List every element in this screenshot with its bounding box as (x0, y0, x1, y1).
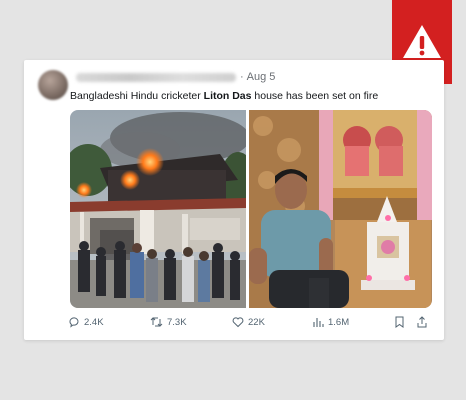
reply-icon (69, 317, 79, 328)
like-count: 22K (248, 316, 265, 328)
blurred-username[interactable] (76, 72, 236, 82)
man-sitting-near-shrine-photo[interactable] (249, 110, 432, 308)
avatar[interactable] (38, 70, 68, 100)
tweet-header: · Aug 5 (76, 70, 275, 84)
share-button[interactable] (416, 316, 428, 328)
warning-triangle-icon (403, 25, 441, 58)
tweet-text-start: Bangladeshi Hindu cricketer (70, 90, 204, 102)
tweet-text-name: Liton Das (203, 90, 252, 102)
reply-count: 2.4K (84, 316, 104, 328)
retweet-count: 7.3K (167, 316, 187, 328)
tweet-text: Bangladeshi Hindu cricketer Liton Das ho… (70, 90, 440, 102)
retweet-icon (150, 317, 163, 327)
share-icon (417, 316, 427, 328)
dot-separator: · (240, 71, 244, 83)
views-button[interactable]: 1.6M (312, 316, 349, 328)
views-count: 1.6M (328, 316, 350, 328)
tweet-card: · Aug 5 Bangladeshi Hindu cricketer Lito… (24, 60, 444, 340)
tweet-date[interactable]: Aug 5 (247, 71, 276, 83)
reply-button[interactable]: 2.4K (68, 316, 104, 328)
tweet-media (70, 110, 432, 308)
like-button[interactable]: 22K (232, 316, 265, 328)
bookmark-icon (395, 316, 404, 328)
views-chart-icon (313, 318, 324, 327)
bookmark-button[interactable] (394, 316, 405, 328)
tweet-actions: 2.4K 7.3K 22K 1.6M (68, 316, 438, 332)
retweet-button[interactable]: 7.3K (150, 316, 187, 328)
heart-icon (232, 317, 244, 328)
tweet-text-end: house has been set on fire (251, 90, 379, 102)
burning-house-photo[interactable] (70, 110, 246, 308)
